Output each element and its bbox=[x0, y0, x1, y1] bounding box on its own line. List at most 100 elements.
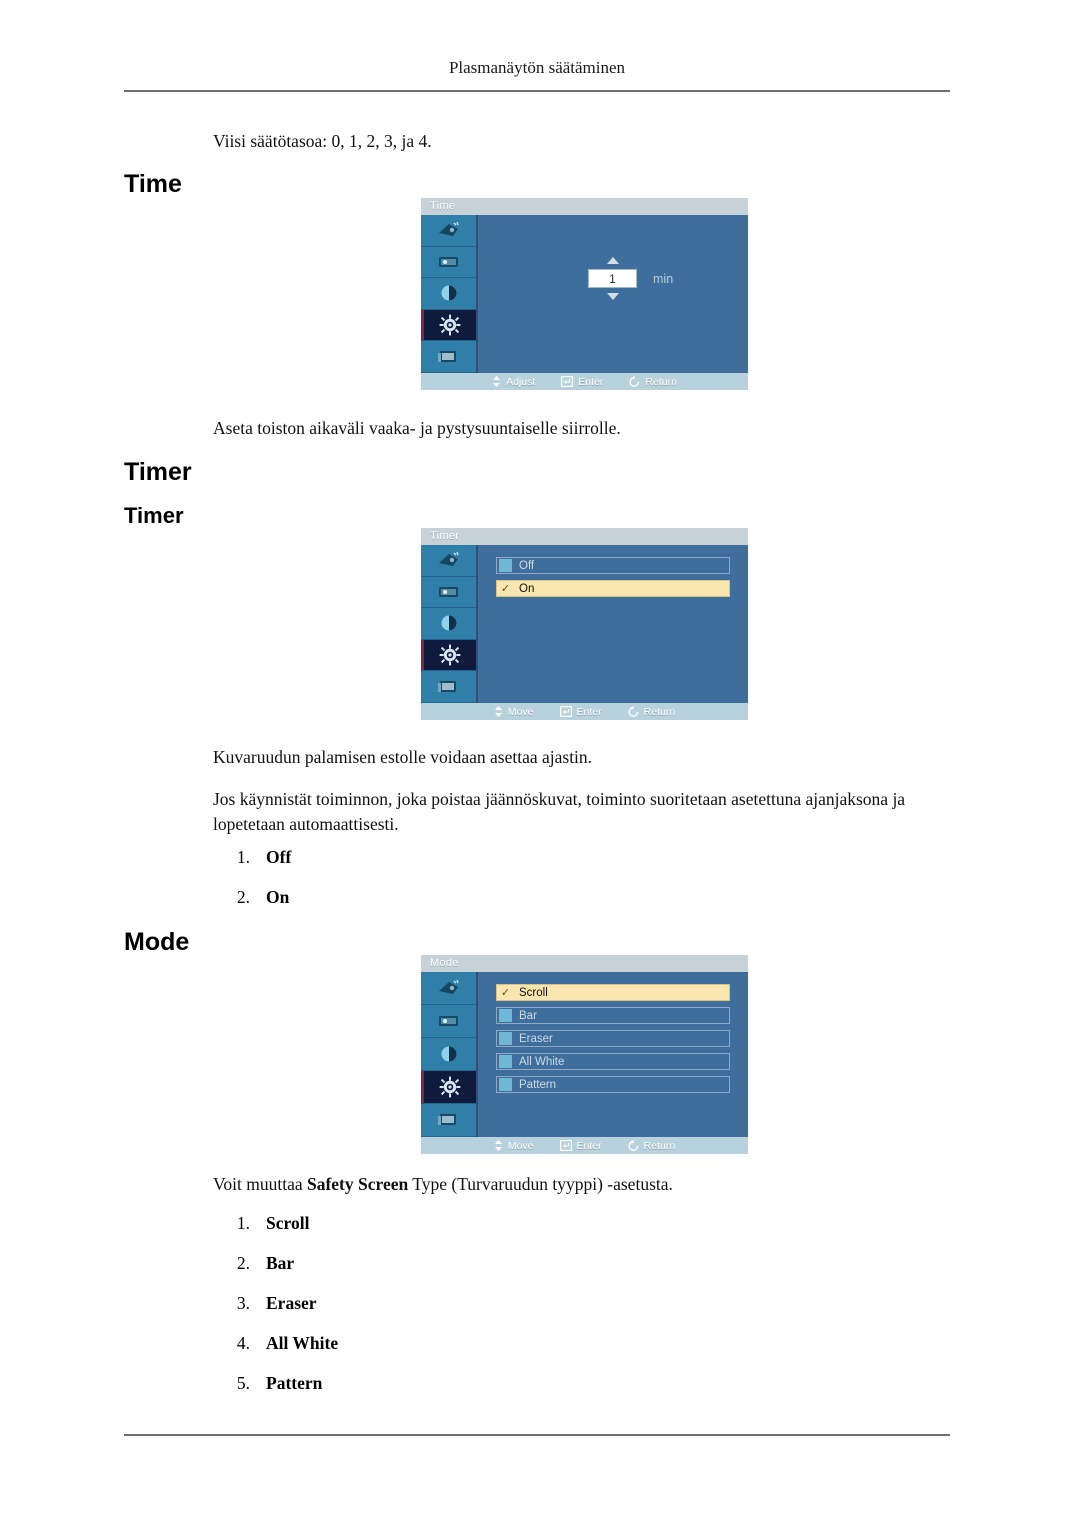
updown-arrow-icon bbox=[494, 706, 502, 717]
list-item: 2. Bar bbox=[208, 1253, 338, 1293]
option-label: Off bbox=[519, 559, 535, 572]
footer-adjust-label: Adjust bbox=[506, 375, 536, 388]
list-item-number: 3. bbox=[236, 1293, 250, 1313]
list-item: 3. Eraser bbox=[208, 1293, 338, 1333]
list-item: 1. Off bbox=[208, 847, 291, 887]
osd-title-time: Time bbox=[421, 198, 748, 215]
sound-icon[interactable] bbox=[421, 1005, 476, 1038]
footer-enter: Enter bbox=[561, 376, 603, 388]
option-marker-icon bbox=[499, 1032, 512, 1045]
multi-control-icon[interactable] bbox=[421, 1104, 476, 1137]
timer-paragraph-2: Jos käynnistät toiminnon, joka poistaa j… bbox=[213, 789, 906, 834]
osd-content-time: 1 min bbox=[478, 215, 748, 373]
option-marker-icon bbox=[499, 1009, 512, 1022]
option-marker-icon bbox=[499, 559, 512, 572]
osd-content-mode: ✓ Scroll Bar Eraser All White Pattern bbox=[478, 972, 748, 1137]
setup-gear-icon[interactable] bbox=[421, 309, 476, 342]
updown-arrow-icon bbox=[493, 376, 501, 387]
list-item-label: All White bbox=[266, 1333, 339, 1353]
return-arrow-icon bbox=[629, 376, 640, 387]
option-row[interactable]: Off bbox=[496, 557, 730, 574]
spinner-down-arrow-icon[interactable] bbox=[606, 293, 619, 300]
footer-return: Return bbox=[628, 705, 676, 718]
list-item: 2. On bbox=[208, 887, 291, 927]
list-item-label: Off bbox=[266, 847, 292, 867]
option-row[interactable]: ✓ Scroll bbox=[496, 984, 730, 1001]
footer-divider bbox=[124, 1434, 950, 1436]
picture-icon[interactable] bbox=[421, 545, 476, 577]
footer-move-label: Move bbox=[507, 1139, 534, 1152]
footer-move: Move bbox=[494, 706, 534, 718]
footer-enter: Enter bbox=[559, 705, 602, 718]
osd-sidebar bbox=[421, 215, 478, 373]
osd-content-timer: Off ✓ On bbox=[478, 545, 748, 703]
osd-screenshot-timer: Timer Off ✓ On Move Enter Return bbox=[421, 528, 748, 720]
option-label: Scroll bbox=[519, 986, 548, 999]
osd-screenshot-time: Time 1 min Adjust Enter Return bbox=[421, 198, 748, 390]
check-icon: ✓ bbox=[500, 987, 511, 999]
option-label: Bar bbox=[519, 1009, 537, 1022]
list-item: 5. Pattern bbox=[208, 1373, 338, 1413]
mode-caption-after: Type (Turvaruudun tyyppi) -asetusta. bbox=[408, 1174, 673, 1194]
list-item-number: 2. bbox=[236, 1253, 250, 1273]
option-row[interactable]: ✓ On bbox=[496, 580, 730, 597]
mode-option-list: 1. Scroll 2. Bar 3. Eraser 4. All White … bbox=[208, 1213, 338, 1413]
option-marker-icon bbox=[499, 1078, 512, 1091]
list-item-label: Bar bbox=[266, 1253, 295, 1273]
footer-enter-label: Enter bbox=[576, 705, 602, 718]
setup-gear-icon[interactable] bbox=[421, 1071, 476, 1104]
option-row[interactable]: Bar bbox=[496, 1007, 730, 1024]
option-label: Eraser bbox=[519, 1032, 553, 1045]
setup-gear-icon[interactable] bbox=[421, 639, 476, 672]
mode-caption-before: Voit muuttaa bbox=[213, 1174, 307, 1194]
return-arrow-icon bbox=[628, 1140, 638, 1151]
intro-paragraph: Viisi säätötasoa: 0, 1, 2, 3, ja 4. bbox=[213, 131, 432, 151]
option-label: On bbox=[519, 582, 535, 595]
footer-enter-label: Enter bbox=[578, 375, 604, 388]
list-item-label: On bbox=[266, 887, 290, 907]
list-item-number: 4. bbox=[236, 1333, 250, 1353]
check-icon: ✓ bbox=[500, 583, 511, 595]
contrast-icon[interactable] bbox=[421, 608, 476, 640]
footer-return-label: Return bbox=[645, 375, 677, 388]
sound-icon[interactable] bbox=[421, 246, 476, 279]
footer-enter-label: Enter bbox=[576, 1139, 602, 1152]
list-item-label: Scroll bbox=[266, 1213, 310, 1233]
list-item-number: 1. bbox=[236, 1213, 250, 1233]
heading-timer: Timer bbox=[124, 458, 192, 486]
timer-option-list: 1. Off 2. On bbox=[208, 847, 291, 927]
option-row[interactable]: Eraser bbox=[496, 1030, 730, 1047]
list-item: 4. All White bbox=[208, 1333, 338, 1373]
heading-time: Time bbox=[124, 170, 182, 198]
footer-enter: Enter bbox=[559, 1139, 602, 1152]
multi-control-icon[interactable] bbox=[421, 341, 476, 373]
time-spinner[interactable]: 1 min bbox=[588, 257, 673, 300]
time-caption: Aseta toiston aikaväli vaaka- ja pystysu… bbox=[213, 418, 621, 438]
osd-screenshot-mode: Mode ✓ Scroll Bar Eraser All White Patte… bbox=[421, 955, 748, 1154]
option-row[interactable]: Pattern bbox=[496, 1076, 730, 1093]
picture-icon[interactable] bbox=[421, 972, 476, 1005]
list-item-number: 5. bbox=[236, 1373, 250, 1393]
osd-sidebar bbox=[421, 972, 478, 1137]
running-header: Plasmanäytön säätäminen bbox=[448, 58, 626, 77]
multi-control-icon[interactable] bbox=[421, 671, 476, 703]
footer-return-label: Return bbox=[643, 1139, 676, 1152]
footer-move-label: Move bbox=[507, 705, 534, 718]
updown-arrow-icon bbox=[494, 1140, 502, 1151]
time-unit-label: min bbox=[653, 271, 674, 286]
footer-return: Return bbox=[629, 376, 677, 388]
option-label: Pattern bbox=[519, 1078, 557, 1091]
sound-icon[interactable] bbox=[421, 576, 476, 609]
enter-key-icon bbox=[561, 376, 574, 387]
time-value-field[interactable]: 1 bbox=[588, 269, 637, 288]
option-row[interactable]: All White bbox=[496, 1053, 730, 1070]
contrast-icon[interactable] bbox=[421, 278, 476, 310]
osd-title-mode: Mode bbox=[421, 955, 748, 972]
return-arrow-icon bbox=[628, 706, 638, 717]
footer-return-label: Return bbox=[643, 705, 676, 718]
spinner-up-arrow-icon[interactable] bbox=[606, 257, 619, 264]
enter-key-icon bbox=[559, 1140, 572, 1151]
picture-icon[interactable] bbox=[421, 215, 476, 247]
timer-paragraph-1: Kuvaruudun palamisen estolle voidaan ase… bbox=[213, 747, 593, 767]
contrast-icon[interactable] bbox=[421, 1038, 476, 1071]
